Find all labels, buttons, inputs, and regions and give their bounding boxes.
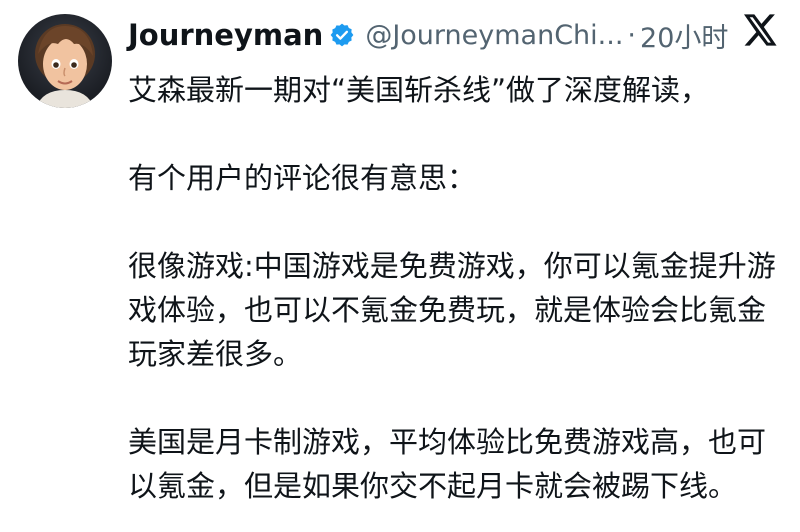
tweet-header: Journeyman @JourneymanChi... · 20小时 [128, 12, 728, 58]
verified-badge-icon [329, 22, 355, 48]
tweet-paragraph-4: 美国是月卡制游戏，平均体验比免费游戏高，也可以氪金，但是如果你交不起月卡就会被踢… [128, 425, 767, 503]
author-name[interactable]: Journeyman [128, 18, 323, 52]
avatar[interactable] [18, 14, 112, 108]
tweet-paragraph-3: 很像游戏:中国游戏是免费游戏，你可以氪金提升游戏体验，也可以不氪金免费玩，就是体… [128, 249, 776, 371]
tweet-paragraph-2: 有个用户的评论很有意思： [128, 161, 477, 195]
timestamp[interactable]: 20小时 [640, 16, 728, 55]
tweet-paragraph-1: 艾森最新一期对“美国斩杀线”做了深度解读， [128, 73, 710, 107]
avatar-image [35, 24, 95, 108]
author-handle[interactable]: @JourneymanChi... [365, 20, 623, 51]
separator-dot: · [627, 19, 637, 51]
x-logo-icon[interactable] [744, 14, 778, 50]
tweet-text: 艾森最新一期对“美国斩杀线”做了深度解读， 有个用户的评论很有意思： 很像游戏:… [128, 68, 788, 508]
